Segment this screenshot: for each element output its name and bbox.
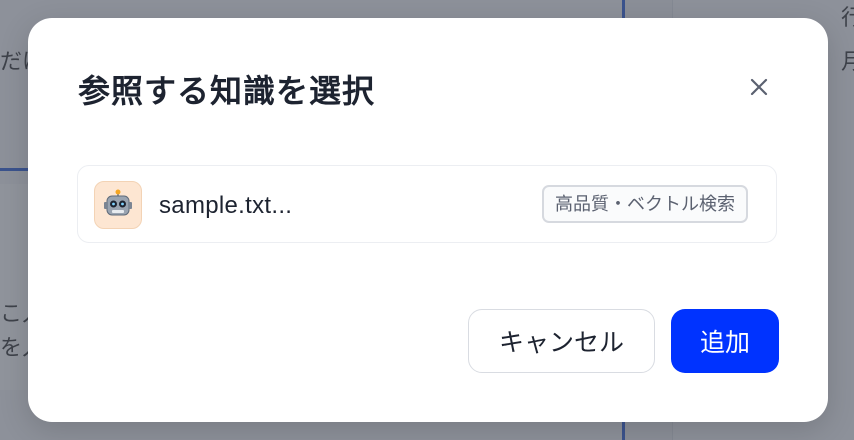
knowledge-item-badge: 高品質・ベクトル検索 <box>542 185 748 223</box>
close-icon <box>749 77 769 102</box>
knowledge-item[interactable]: sample.txt... 高品質・ベクトル検索 <box>77 165 777 243</box>
robot-icon <box>94 181 142 229</box>
dialog-title: 参照する知識を選択 <box>78 73 376 109</box>
select-knowledge-dialog: 参照する知識を選択 sample.txt... 高品質・ベクトル検索 キャンセル… <box>28 18 828 422</box>
add-button[interactable]: 追加 <box>671 309 779 373</box>
knowledge-item-name: sample.txt... <box>159 192 293 219</box>
cancel-button[interactable]: キャンセル <box>468 309 655 373</box>
close-button[interactable] <box>742 72 776 106</box>
